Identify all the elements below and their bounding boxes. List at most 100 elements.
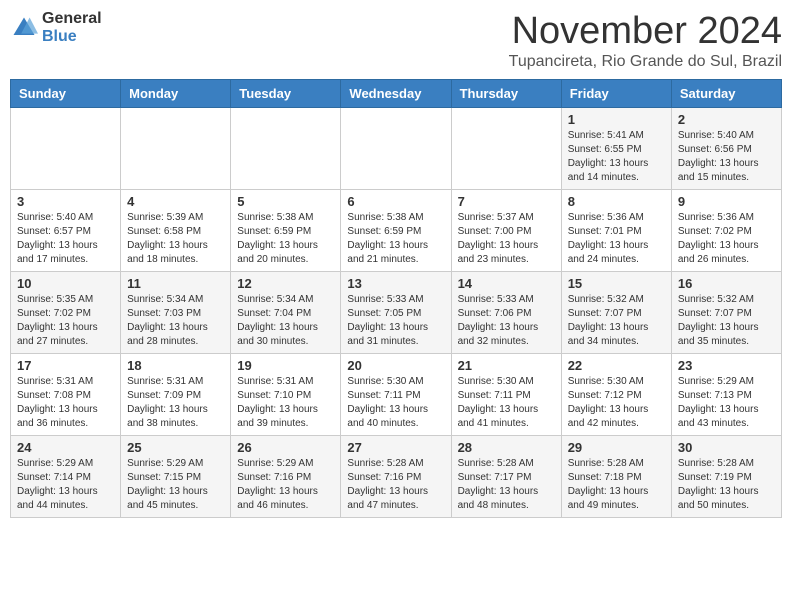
calendar-cell: 2 Sunrise: 5:40 AM Sunset: 6:56 PM Daylig… [671, 108, 781, 190]
day-number: 4 [127, 194, 224, 209]
day-info: Sunrise: 5:30 AM Sunset: 7:11 PM Dayligh… [347, 375, 444, 431]
day-info: Sunrise: 5:30 AM Sunset: 7:12 PM Dayligh… [568, 375, 665, 431]
day-info: Sunrise: 5:28 AM Sunset: 7:17 PM Dayligh… [458, 457, 555, 513]
column-header-wednesday: Wednesday [341, 80, 451, 108]
calendar-cell [231, 108, 341, 190]
column-header-sunday: Sunday [11, 80, 121, 108]
calendar-cell: 16 Sunrise: 5:32 AM Sunset: 7:07 PM Dayli… [671, 272, 781, 354]
calendar-cell: 15Sunrise: 5:32 AM Sunset: 7:07 PM Dayli… [561, 272, 671, 354]
day-info: Sunrise: 5:38 AM Sunset: 6:59 PM Dayligh… [237, 211, 334, 267]
day-info: Sunrise: 5:36 AM Sunset: 7:02 PM Dayligh… [678, 211, 775, 267]
day-info: Sunrise: 5:41 AM Sunset: 6:55 PM Dayligh… [568, 129, 665, 185]
day-number: 25 [127, 440, 224, 455]
day-number: 26 [237, 440, 334, 455]
calendar-cell: 20Sunrise: 5:30 AM Sunset: 7:11 PM Dayli… [341, 354, 451, 436]
day-info: Sunrise: 5:28 AM Sunset: 7:18 PM Dayligh… [568, 457, 665, 513]
calendar-cell: 22 Sunrise: 5:30 AM Sunset: 7:12 PM Dayli… [561, 354, 671, 436]
day-number: 2 [678, 112, 775, 127]
day-info: Sunrise: 5:34 AM Sunset: 7:03 PM Dayligh… [127, 293, 224, 349]
calendar-cell: 27Sunrise: 5:28 AM Sunset: 7:16 PM Dayli… [341, 436, 451, 518]
location-title: Tupancireta, Rio Grande do Sul, Brazil [509, 53, 782, 71]
day-info: Sunrise: 5:31 AM Sunset: 7:08 PM Dayligh… [17, 375, 114, 431]
day-number: 14 [458, 276, 555, 291]
calendar-cell: 17 Sunrise: 5:31 AM Sunset: 7:08 PM Dayli… [11, 354, 121, 436]
day-info: Sunrise: 5:29 AM Sunset: 7:14 PM Dayligh… [17, 457, 114, 513]
calendar-cell: 7Sunrise: 5:37 AM Sunset: 7:00 PM Daylig… [451, 190, 561, 272]
calendar-cell: 23Sunrise: 5:29 AM Sunset: 7:13 PM Dayli… [671, 354, 781, 436]
column-header-saturday: Saturday [671, 80, 781, 108]
day-info: Sunrise: 5:32 AM Sunset: 7:07 PM Dayligh… [568, 293, 665, 349]
calendar-cell [121, 108, 231, 190]
calendar-cell: 14 Sunrise: 5:33 AM Sunset: 7:06 PM Dayli… [451, 272, 561, 354]
calendar-cell: 11Sunrise: 5:34 AM Sunset: 7:03 PM Dayli… [121, 272, 231, 354]
day-number: 21 [458, 358, 555, 373]
calendar-cell: 10 Sunrise: 5:35 AM Sunset: 7:02 PM Dayli… [11, 272, 121, 354]
day-number: 22 [568, 358, 665, 373]
day-number: 27 [347, 440, 444, 455]
day-number: 1 [568, 112, 665, 127]
calendar-cell: 28 Sunrise: 5:28 AM Sunset: 7:17 PM Dayli… [451, 436, 561, 518]
day-info: Sunrise: 5:37 AM Sunset: 7:00 PM Dayligh… [458, 211, 555, 267]
calendar-cell [451, 108, 561, 190]
calendar-cell [11, 108, 121, 190]
calendar-week-row: 10 Sunrise: 5:35 AM Sunset: 7:02 PM Dayli… [11, 272, 782, 354]
calendar-cell: 4 Sunrise: 5:39 AM Sunset: 6:58 PM Daylig… [121, 190, 231, 272]
day-info: Sunrise: 5:29 AM Sunset: 7:15 PM Dayligh… [127, 457, 224, 513]
calendar-table: SundayMondayTuesdayWednesdayThursdayFrid… [10, 79, 782, 518]
calendar-cell: 6 Sunrise: 5:38 AM Sunset: 6:59 PM Daylig… [341, 190, 451, 272]
calendar-week-row: 3 Sunrise: 5:40 AM Sunset: 6:57 PM Daylig… [11, 190, 782, 272]
day-number: 12 [237, 276, 334, 291]
day-info: Sunrise: 5:40 AM Sunset: 6:56 PM Dayligh… [678, 129, 775, 185]
day-number: 9 [678, 194, 775, 209]
calendar-cell: 18 Sunrise: 5:31 AM Sunset: 7:09 PM Dayli… [121, 354, 231, 436]
day-number: 19 [237, 358, 334, 373]
day-info: Sunrise: 5:31 AM Sunset: 7:09 PM Dayligh… [127, 375, 224, 431]
logo-icon [10, 14, 38, 42]
day-number: 18 [127, 358, 224, 373]
day-info: Sunrise: 5:39 AM Sunset: 6:58 PM Dayligh… [127, 211, 224, 267]
day-info: Sunrise: 5:35 AM Sunset: 7:02 PM Dayligh… [17, 293, 114, 349]
day-info: Sunrise: 5:28 AM Sunset: 7:19 PM Dayligh… [678, 457, 775, 513]
calendar-cell: 13Sunrise: 5:33 AM Sunset: 7:05 PM Dayli… [341, 272, 451, 354]
calendar-cell: 21 Sunrise: 5:30 AM Sunset: 7:11 PM Dayli… [451, 354, 561, 436]
logo-general-text: General [42, 10, 102, 28]
page-header: General Blue November 2024 Tupancireta, … [10, 10, 782, 71]
day-info: Sunrise: 5:40 AM Sunset: 6:57 PM Dayligh… [17, 211, 114, 267]
day-number: 10 [17, 276, 114, 291]
calendar-cell: 3 Sunrise: 5:40 AM Sunset: 6:57 PM Daylig… [11, 190, 121, 272]
day-number: 24 [17, 440, 114, 455]
calendar-cell: 26 Sunrise: 5:29 AM Sunset: 7:16 PM Dayli… [231, 436, 341, 518]
day-info: Sunrise: 5:34 AM Sunset: 7:04 PM Dayligh… [237, 293, 334, 349]
day-info: Sunrise: 5:38 AM Sunset: 6:59 PM Dayligh… [347, 211, 444, 267]
calendar-cell: 19 Sunrise: 5:31 AM Sunset: 7:10 PM Dayli… [231, 354, 341, 436]
day-info: Sunrise: 5:36 AM Sunset: 7:01 PM Dayligh… [568, 211, 665, 267]
calendar-week-row: 1 Sunrise: 5:41 AM Sunset: 6:55 PM Daylig… [11, 108, 782, 190]
day-info: Sunrise: 5:33 AM Sunset: 7:06 PM Dayligh… [458, 293, 555, 349]
day-info: Sunrise: 5:29 AM Sunset: 7:16 PM Dayligh… [237, 457, 334, 513]
day-number: 8 [568, 194, 665, 209]
calendar-cell: 1 Sunrise: 5:41 AM Sunset: 6:55 PM Daylig… [561, 108, 671, 190]
day-number: 17 [17, 358, 114, 373]
day-number: 5 [237, 194, 334, 209]
column-header-friday: Friday [561, 80, 671, 108]
day-info: Sunrise: 5:30 AM Sunset: 7:11 PM Dayligh… [458, 375, 555, 431]
day-number: 6 [347, 194, 444, 209]
column-header-tuesday: Tuesday [231, 80, 341, 108]
calendar-cell: 24 Sunrise: 5:29 AM Sunset: 7:14 PM Dayli… [11, 436, 121, 518]
day-number: 16 [678, 276, 775, 291]
day-info: Sunrise: 5:31 AM Sunset: 7:10 PM Dayligh… [237, 375, 334, 431]
calendar-cell: 25 Sunrise: 5:29 AM Sunset: 7:15 PM Dayli… [121, 436, 231, 518]
day-info: Sunrise: 5:32 AM Sunset: 7:07 PM Dayligh… [678, 293, 775, 349]
column-header-thursday: Thursday [451, 80, 561, 108]
calendar-cell: 12 Sunrise: 5:34 AM Sunset: 7:04 PM Dayli… [231, 272, 341, 354]
day-number: 3 [17, 194, 114, 209]
logo-blue-text: Blue [42, 28, 102, 46]
day-number: 28 [458, 440, 555, 455]
calendar-header-row: SundayMondayTuesdayWednesdayThursdayFrid… [11, 80, 782, 108]
calendar-week-row: 17 Sunrise: 5:31 AM Sunset: 7:08 PM Dayli… [11, 354, 782, 436]
month-title: November 2024 [509, 10, 782, 53]
day-info: Sunrise: 5:29 AM Sunset: 7:13 PM Dayligh… [678, 375, 775, 431]
calendar-cell: 30 Sunrise: 5:28 AM Sunset: 7:19 PM Dayli… [671, 436, 781, 518]
day-number: 30 [678, 440, 775, 455]
day-number: 13 [347, 276, 444, 291]
